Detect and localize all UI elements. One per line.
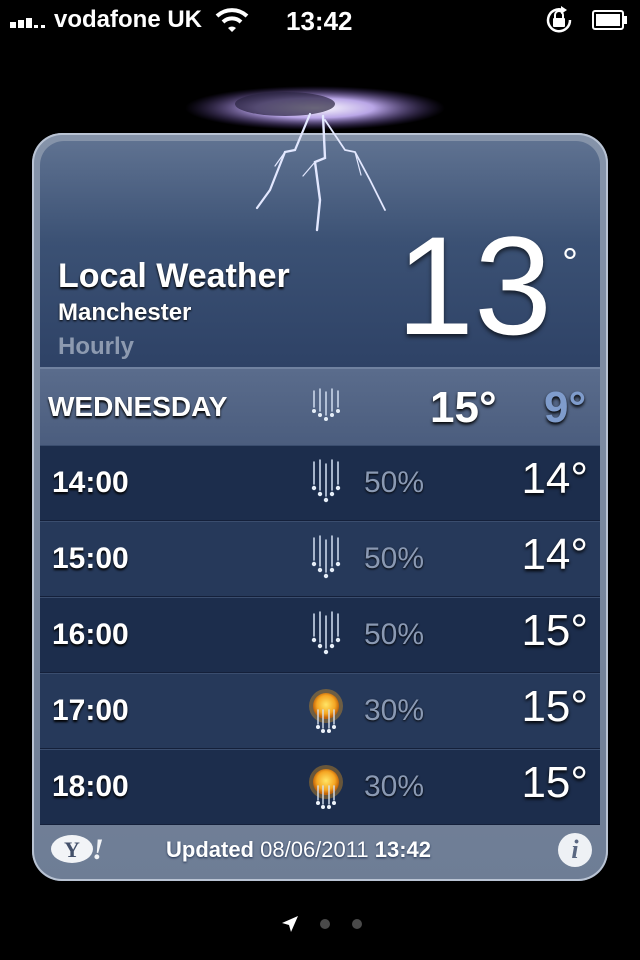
thunderstorm-icon — [185, 86, 445, 232]
day-low-temperature: 9° — [544, 383, 587, 432]
status-time: 13:42 — [286, 6, 353, 36]
location-title: Local Weather — [58, 257, 290, 295]
rain-icon — [312, 388, 340, 421]
hour-temperature: 15° — [521, 758, 588, 807]
hourly-row: 15:00 50% 14° — [40, 521, 600, 597]
sun-rain-icon — [309, 689, 343, 733]
page-dot[interactable] — [352, 919, 362, 929]
current-temperature-degree: ° — [562, 241, 578, 285]
weather-footer: Y ! Updated 08/06/2011 13:42 i — [32, 823, 608, 881]
svg-text:!: ! — [92, 833, 104, 865]
updated-time: 13:42 — [374, 837, 432, 862]
hour-precipitation-chance: 30% — [364, 694, 425, 727]
hour-precipitation-chance: 50% — [364, 466, 425, 499]
updated-date: 08/06/2011 — [260, 837, 369, 862]
hourly-forecast-list: 14:00 50% 14° 15:00 50% 14° 16:00 50% 15… — [40, 445, 600, 825]
last-updated: Updated 08/06/2011 13:42 — [166, 837, 431, 863]
rain-icon — [311, 611, 341, 655]
hour-time: 17:00 — [52, 694, 129, 727]
hour-time: 16:00 — [52, 618, 129, 651]
hour-time: 14:00 — [52, 466, 129, 499]
yahoo-logo-icon[interactable]: Y ! — [50, 833, 106, 865]
hour-temperature: 14° — [521, 530, 588, 579]
hourly-row: 18:00 30% 15° — [40, 749, 600, 825]
hourly-row: 17:00 30% 15° — [40, 673, 600, 749]
hour-time: 15:00 — [52, 542, 129, 575]
info-button[interactable]: i — [558, 833, 592, 867]
wifi-icon — [215, 8, 249, 32]
day-high-temperature: 15° — [430, 383, 497, 432]
hour-temperature: 14° — [521, 454, 588, 503]
hour-precipitation-chance: 30% — [364, 770, 425, 803]
forecast-mode-label: Hourly — [58, 333, 135, 360]
sun-rain-icon — [309, 765, 343, 809]
page-dot[interactable] — [320, 919, 330, 929]
weather-card[interactable]: Local Weather Manchester Hourly 13 ° WED… — [32, 133, 608, 881]
battery-icon — [592, 10, 627, 30]
day-name: WEDNESDAY — [48, 391, 228, 422]
rain-icon — [311, 535, 341, 579]
page-indicator[interactable] — [280, 914, 370, 934]
hour-temperature: 15° — [521, 606, 588, 655]
hourly-row: 14:00 50% 14° — [40, 445, 600, 521]
hour-precipitation-chance: 50% — [364, 618, 425, 651]
day-summary-row: WEDNESDAY 15° 9° — [40, 367, 600, 447]
location-arrow-icon — [282, 916, 298, 932]
hour-precipitation-chance: 50% — [364, 542, 425, 575]
hourly-row: 16:00 50% 15° — [40, 597, 600, 673]
updated-label: Updated — [166, 837, 254, 862]
rain-icon — [311, 459, 341, 503]
hour-temperature: 15° — [521, 682, 588, 731]
svg-text:Y: Y — [64, 837, 80, 862]
rotation-lock-icon — [546, 6, 572, 33]
status-bar: vodafone UK 13:42 — [0, 0, 640, 40]
signal-strength-icon — [10, 14, 50, 28]
hour-time: 18:00 — [52, 770, 129, 803]
carrier-name: vodafone UK — [54, 6, 203, 33]
location-city: Manchester — [58, 299, 192, 326]
